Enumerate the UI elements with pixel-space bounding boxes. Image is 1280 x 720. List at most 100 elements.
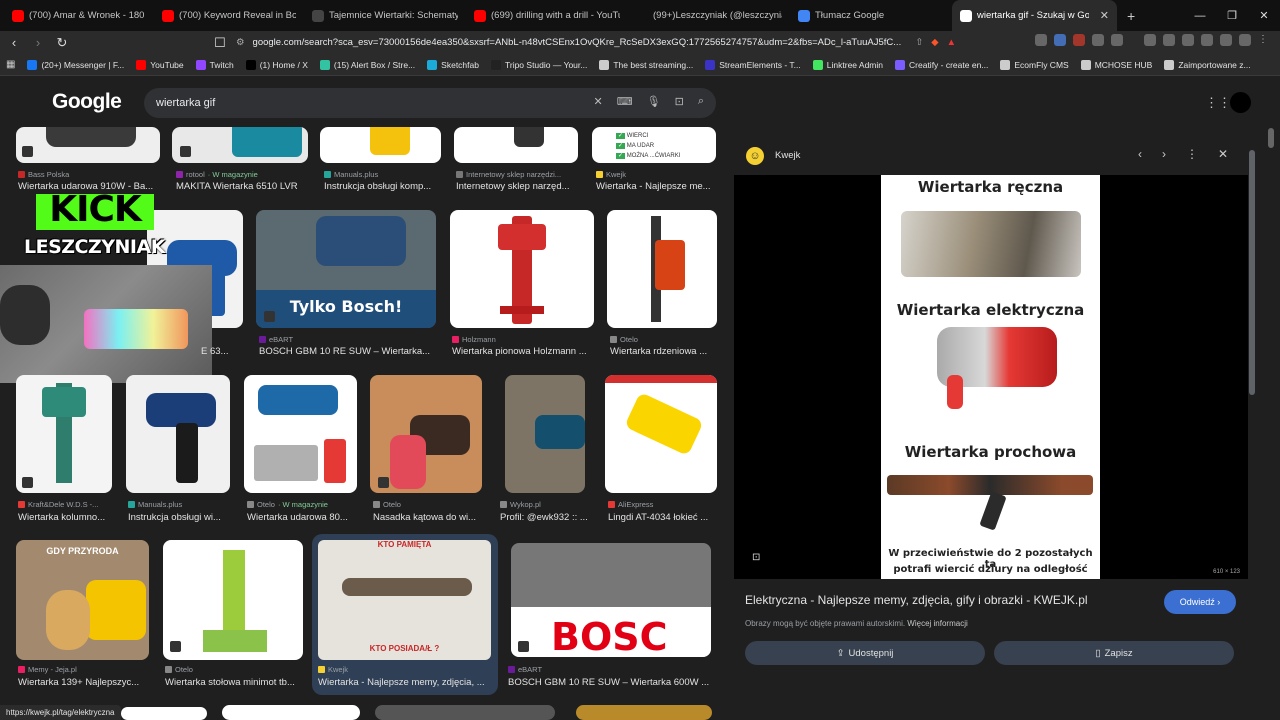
image-result[interactable] [454,127,578,163]
google-apps-icon[interactable]: ⋮⋮ [1205,95,1231,111]
result-source[interactable]: Holzmann [452,335,496,344]
image-result[interactable] [605,375,717,493]
new-tab-button[interactable]: + [1117,8,1145,24]
image-result[interactable] [121,707,207,720]
browser-tab[interactable]: Tajemnice Wiertarki: Schematy, Fizyk [304,0,466,31]
minimize-icon[interactable]: — [1184,10,1216,22]
mic-icon[interactable]: 🎙 [647,95,661,108]
avatar[interactable] [1230,92,1251,113]
more-info-link[interactable]: Więcej informacji [907,619,967,628]
extension-icon[interactable] [1035,34,1047,46]
google-logo[interactable]: Google [52,90,122,114]
share-button[interactable]: ⇪ Udostępnij [745,641,985,665]
save-button[interactable]: ▯ Zapisz [994,641,1234,665]
result-source[interactable]: Kraft&Dele W.D.S -... [18,500,98,509]
image-result[interactable] [16,127,160,163]
preview-title[interactable]: Elektryczna - Najlepsze memy, zdjęcia, g… [745,593,1088,607]
result-title[interactable]: Internetowy sklep narzęd... [456,181,570,192]
result-title[interactable]: Wiertarka kolumno... [18,512,105,523]
result-title[interactable]: Wiertarka pionowa Holzmann ... [452,346,587,357]
browser-tab[interactable]: (700) Amar & Wronek - 180 Stop [4,0,154,31]
result-title[interactable]: Profil: @ewk932 :: ... [500,512,588,523]
image-result[interactable] [244,375,357,493]
result-title[interactable]: Instrukcja obsługi wi... [128,512,221,523]
reload-icon[interactable]: ↻ [52,35,72,51]
bookmark-item[interactable]: (20+) Messenger | F... [27,59,124,70]
menu-icon[interactable]: ⋮ [1258,34,1270,46]
bookmark-item[interactable]: Linktree Admin [812,59,883,70]
bookmark-item[interactable]: StreamElements - T... [705,59,801,70]
browser-tab[interactable]: (99+)Leszczyniak (@leszczyniak1) | T [628,0,790,31]
bookmark-item[interactable]: (1) Home / X [245,59,308,70]
image-result[interactable] [172,127,308,163]
brave-shield-icon[interactable]: ◆ [931,37,938,48]
result-source[interactable]: Manuals.plus [128,500,182,509]
site-info-icon[interactable]: ⚙ [236,37,245,48]
result-source[interactable]: Otelo · W magazynie [247,500,328,509]
browser-tab[interactable]: Tłumacz Google [790,0,952,31]
prev-result-icon[interactable]: ‹ [1138,147,1142,161]
result-source[interactable]: Wykop.pl [500,500,541,509]
result-source[interactable]: Internetowy sklep narzędzi... [456,170,561,179]
image-result[interactable]: GDY PRZYRODA [16,540,149,660]
image-result[interactable] [16,375,112,493]
result-source[interactable]: eBART [508,665,542,674]
preview-image-container[interactable]: Wiertarka ręczna Wiertarka elektryczna W… [734,175,1248,579]
image-result[interactable] [505,375,585,493]
lens-icon[interactable]: ⊡ [675,95,684,108]
result-title[interactable]: Wiertarka - Najlepsze me... [596,181,711,192]
result-source[interactable]: Otelo [165,665,193,674]
extension-icon[interactable] [1111,34,1123,46]
image-result[interactable] [163,540,303,660]
bookmark-item[interactable]: Zaimportowane z... [1164,59,1251,70]
image-result[interactable] [375,705,555,720]
result-source[interactable]: Otelo [610,335,638,344]
result-source[interactable]: Memy - Jeja.pl [18,665,77,674]
address-bar[interactable]: ⚙ google.com/search?sca_esv=73000156de4e… [230,33,956,52]
bookmark-item[interactable]: Tripo Studio — Your... [490,59,587,70]
result-title[interactable]: BOSCH GBM 10 RE SUW – Wiertarka... [259,346,430,357]
result-source[interactable]: eBART [259,335,293,344]
back-icon[interactable]: ‹ [4,35,24,50]
result-title[interactable]: Wiertarka 139+ Najlepszyc... [18,677,139,688]
result-source[interactable]: Kwejk [596,170,626,179]
extension-icon[interactable] [1144,34,1156,46]
lens-search-icon[interactable]: ⊡ [752,552,760,563]
bookmark-item[interactable]: Sketchfab [427,59,479,70]
browser-tab[interactable]: (700) Keyword Reveal in Book effect [154,0,304,31]
bookmark-item[interactable]: (15) Alert Box / Stre... [319,59,415,70]
result-source[interactable]: AliExpress [608,500,653,509]
result-title[interactable]: Wiertarka stołowa minimot tb... [165,677,295,688]
preview-meme-image[interactable]: Wiertarka ręczna Wiertarka elektryczna W… [881,175,1100,579]
extension-icon[interactable] [1239,34,1251,46]
result-title[interactable]: Wiertarka udarowa 80... [247,512,348,523]
extension-icon[interactable] [1054,34,1066,46]
extension-icon[interactable] [1073,34,1085,46]
result-title[interactable]: MAKITA Wiertarka 6510 LVR [176,181,298,192]
share-icon[interactable]: ⇧ [915,37,923,48]
result-title[interactable]: Wiertarka rdzeniowa ... [610,346,707,357]
result-source[interactable]: Kwejk [318,665,348,674]
image-result[interactable]: BOSC [511,543,711,657]
visit-button[interactable]: Odwiedź › [1164,590,1236,614]
extension-icon[interactable] [1201,34,1213,46]
image-result[interactable] [222,705,360,720]
image-result[interactable] [607,210,717,328]
extension-icon[interactable] [1220,34,1232,46]
extension-icon[interactable] [1182,34,1194,46]
maximize-icon[interactable]: ❐ [1216,9,1248,22]
keyboard-icon[interactable]: ⌨ [617,95,633,108]
browser-tab[interactable]: (699) drilling with a drill - YouTube [466,0,628,31]
bookmark-item[interactable]: EcomFly CMS [1000,59,1069,70]
search-icon[interactable]: ⌕ [698,95,704,108]
panel-scrollbar[interactable] [1249,150,1255,395]
bookmark-item[interactable]: Twitch [195,59,234,70]
close-tab-icon[interactable]: ✕ [1100,9,1109,22]
close-preview-icon[interactable]: ✕ [1218,147,1228,161]
search-box[interactable]: wiertarka gif ✕ ⌨ 🎙 ⊡ ⌕ [144,88,716,118]
result-title[interactable]: Nasadka kątowa do wi... [373,512,476,523]
bookmark-star-icon[interactable]: ☐ [210,35,230,51]
bookmark-item[interactable]: YouTube [136,59,184,70]
bookmark-item[interactable]: MCHOSE HUB [1080,59,1152,70]
result-source[interactable]: Manuals.plus [324,170,378,179]
